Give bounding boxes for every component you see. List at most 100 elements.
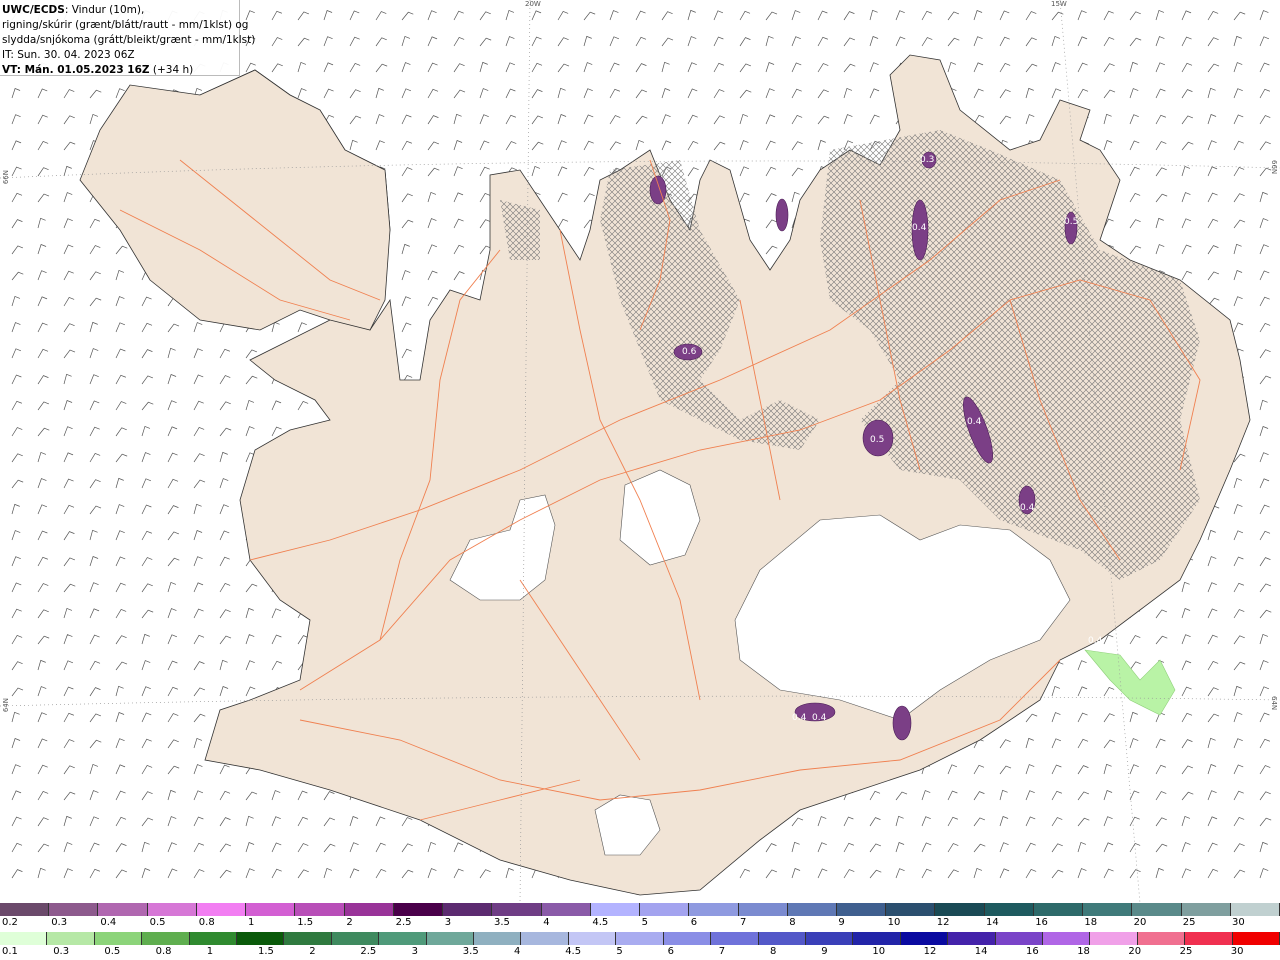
colorbar-tick-label: 16 <box>1035 917 1048 928</box>
colorbar-tick-label: 18 <box>1077 946 1090 957</box>
colorbar-segment <box>787 903 837 916</box>
colorbar-segment <box>49 903 99 916</box>
rain-colorbar <box>0 932 1280 945</box>
colorbar-tick-label: 14 <box>986 917 999 928</box>
colorbar-tick-label: 2.5 <box>395 917 412 928</box>
colorbar-tick-label: 18 <box>1084 917 1098 928</box>
colorbar-segment <box>805 932 854 945</box>
precip-label: 0.5 <box>1064 217 1078 227</box>
colorbar-tick-label: 4 <box>514 946 521 957</box>
colorbar-tick-label: 14 <box>974 946 988 957</box>
colorbar-tick-label: 0.5 <box>104 946 121 957</box>
colorbar-segment <box>1232 932 1280 945</box>
colorbar-segment <box>640 903 690 916</box>
latitude-label-66n-left: 66N <box>2 170 10 185</box>
colorbar-tick-label: 12 <box>936 917 950 928</box>
precip-label: 0.4 <box>967 417 982 427</box>
colorbar-tick-label: 6 <box>690 917 698 928</box>
colorbar-segment <box>568 932 617 945</box>
colorbar-segment <box>98 903 148 916</box>
rain-description: rigning/skúrir (grænt/blátt/rautt - mm/1… <box>2 19 249 31</box>
colorbar-segment <box>1083 903 1133 916</box>
colorbar-tick-label: 3 <box>444 917 452 928</box>
precip-label: 0.4 <box>1020 503 1035 513</box>
colorbar-tick-label: 3.5 <box>462 946 479 957</box>
colorbar-segment <box>1132 903 1182 916</box>
variable-description: : Vindur (10m), <box>64 4 145 16</box>
colorbar-segment <box>711 932 759 945</box>
colorbar-segment <box>426 932 475 945</box>
colorbar-segment <box>379 932 427 945</box>
snow-colorbar-ticks: 0.2 0.3 0.4 0.5 0.8 1 1.5 2 2.5 3 3.5 4 4.5 5 6 7 8 9 10 12… <box>0 917 1280 931</box>
colorbar-segment <box>443 903 493 916</box>
precip-label: 0.3 <box>920 155 934 165</box>
colorbar-segment <box>284 932 332 945</box>
colorbar-tick-label: 8 <box>770 946 777 957</box>
colorbar-tick-label: 0.1 <box>2 946 18 957</box>
colorbar-tick-label: 1 <box>248 917 255 928</box>
colorbar-tick-label: 30 <box>1232 917 1245 928</box>
colorbar-tick-label: 0.4 <box>100 917 117 928</box>
colorbar-tick-label: 3 <box>411 946 418 957</box>
colorbar-segment <box>196 903 247 916</box>
colorbar-tick-label: 0.5 <box>149 917 166 928</box>
colorbar-segment <box>1042 932 1091 945</box>
precip-label: 0.4 <box>792 713 807 723</box>
colorbar-segment <box>0 932 48 945</box>
colorbar-segment <box>616 932 664 945</box>
snow-colorbar <box>0 903 1280 916</box>
colorbar-tick-label: 2.5 <box>360 946 377 957</box>
colorbar-tick-label: 5 <box>641 917 648 928</box>
valid-time-line: VT: Mán. 01.05.2023 16Z (+34 h) <box>2 63 237 78</box>
colorbar-tick-label: 10 <box>887 917 901 928</box>
colorbar-tick-label: 8 <box>789 917 796 928</box>
latitude-label-64n-left: 64N <box>2 698 10 713</box>
colorbar-tick-label: 5 <box>616 946 623 957</box>
colorbar-tick-label: 4.5 <box>592 917 609 928</box>
precip-label: 0.4 <box>812 713 827 723</box>
colorbar-tick-label: 7 <box>740 917 747 928</box>
colorbar-segment <box>663 932 712 945</box>
colorbar-tick-label: 20 <box>1128 946 1142 957</box>
colorbar-segment <box>492 903 542 916</box>
longitude-label-15w: 15W <box>1051 0 1067 8</box>
colorbar-tick-label: 6 <box>667 946 674 957</box>
title-line: UWC/ECDS: Vindur (10m), <box>2 3 237 18</box>
weather-map: 0.5 0.4 0.4 0.4 0.5 0.4 0.4 0.4 0.6 0.3 <box>0 0 1280 903</box>
colorbar-tick-label: 9 <box>838 917 845 928</box>
model-name: UWC/ECDS <box>2 4 65 16</box>
colorbar-segment <box>900 932 949 945</box>
colorbar-segment <box>331 932 380 945</box>
colorbar-segment <box>1181 903 1231 916</box>
colorbar-tick-label: 16 <box>1026 946 1039 957</box>
rain-colorbar-ticks: 0.1 0.3 0.5 0.8 1 1.5 2 2.5 3 3.5 4 4.5 5 6 7 8 9 10 12 14 1… <box>0 946 1280 960</box>
colorbar-tick-label: 1.5 <box>258 946 274 957</box>
colorbar-segment <box>738 903 788 916</box>
colorbar-segment <box>94 932 143 945</box>
colorbar-tick-label: 12 <box>923 946 937 957</box>
colorbar-segment <box>295 903 345 916</box>
colorbar-tick-label: 3.5 <box>494 917 510 928</box>
colorbar-segment <box>886 903 936 916</box>
latitude-label-66n-right: 66N <box>1270 160 1278 175</box>
colorbar-segment <box>474 932 522 945</box>
colorbar-segment <box>147 903 197 916</box>
colorbar-segment <box>521 932 569 945</box>
colorbar-tick-label: 20 <box>1133 917 1147 928</box>
colorbar-tick-label: 1.5 <box>297 917 314 928</box>
colorbar-segment <box>0 903 50 916</box>
precip-label: 0.4 <box>912 223 927 233</box>
colorbar-tick-label: 0.8 <box>198 917 215 928</box>
colorbar-segment <box>541 903 591 916</box>
colorbar-segment <box>1090 932 1138 945</box>
colorbar-segment <box>689 903 739 916</box>
colorbar-tick-label: 2 <box>346 917 353 928</box>
colorbar-segment <box>142 932 190 945</box>
colorbar-tick-label: 7 <box>718 946 726 957</box>
colorbar-segment <box>344 903 394 916</box>
colorbar-segment <box>393 903 444 916</box>
colorbar-tick-label: 0.2 <box>2 917 18 928</box>
precip-label: 0.4 <box>1088 636 1103 646</box>
snow-description: slydda/snjókoma (grátt/bleikt/grænt - mm… <box>2 34 256 46</box>
colorbar-tick-label: 0.3 <box>53 946 70 957</box>
